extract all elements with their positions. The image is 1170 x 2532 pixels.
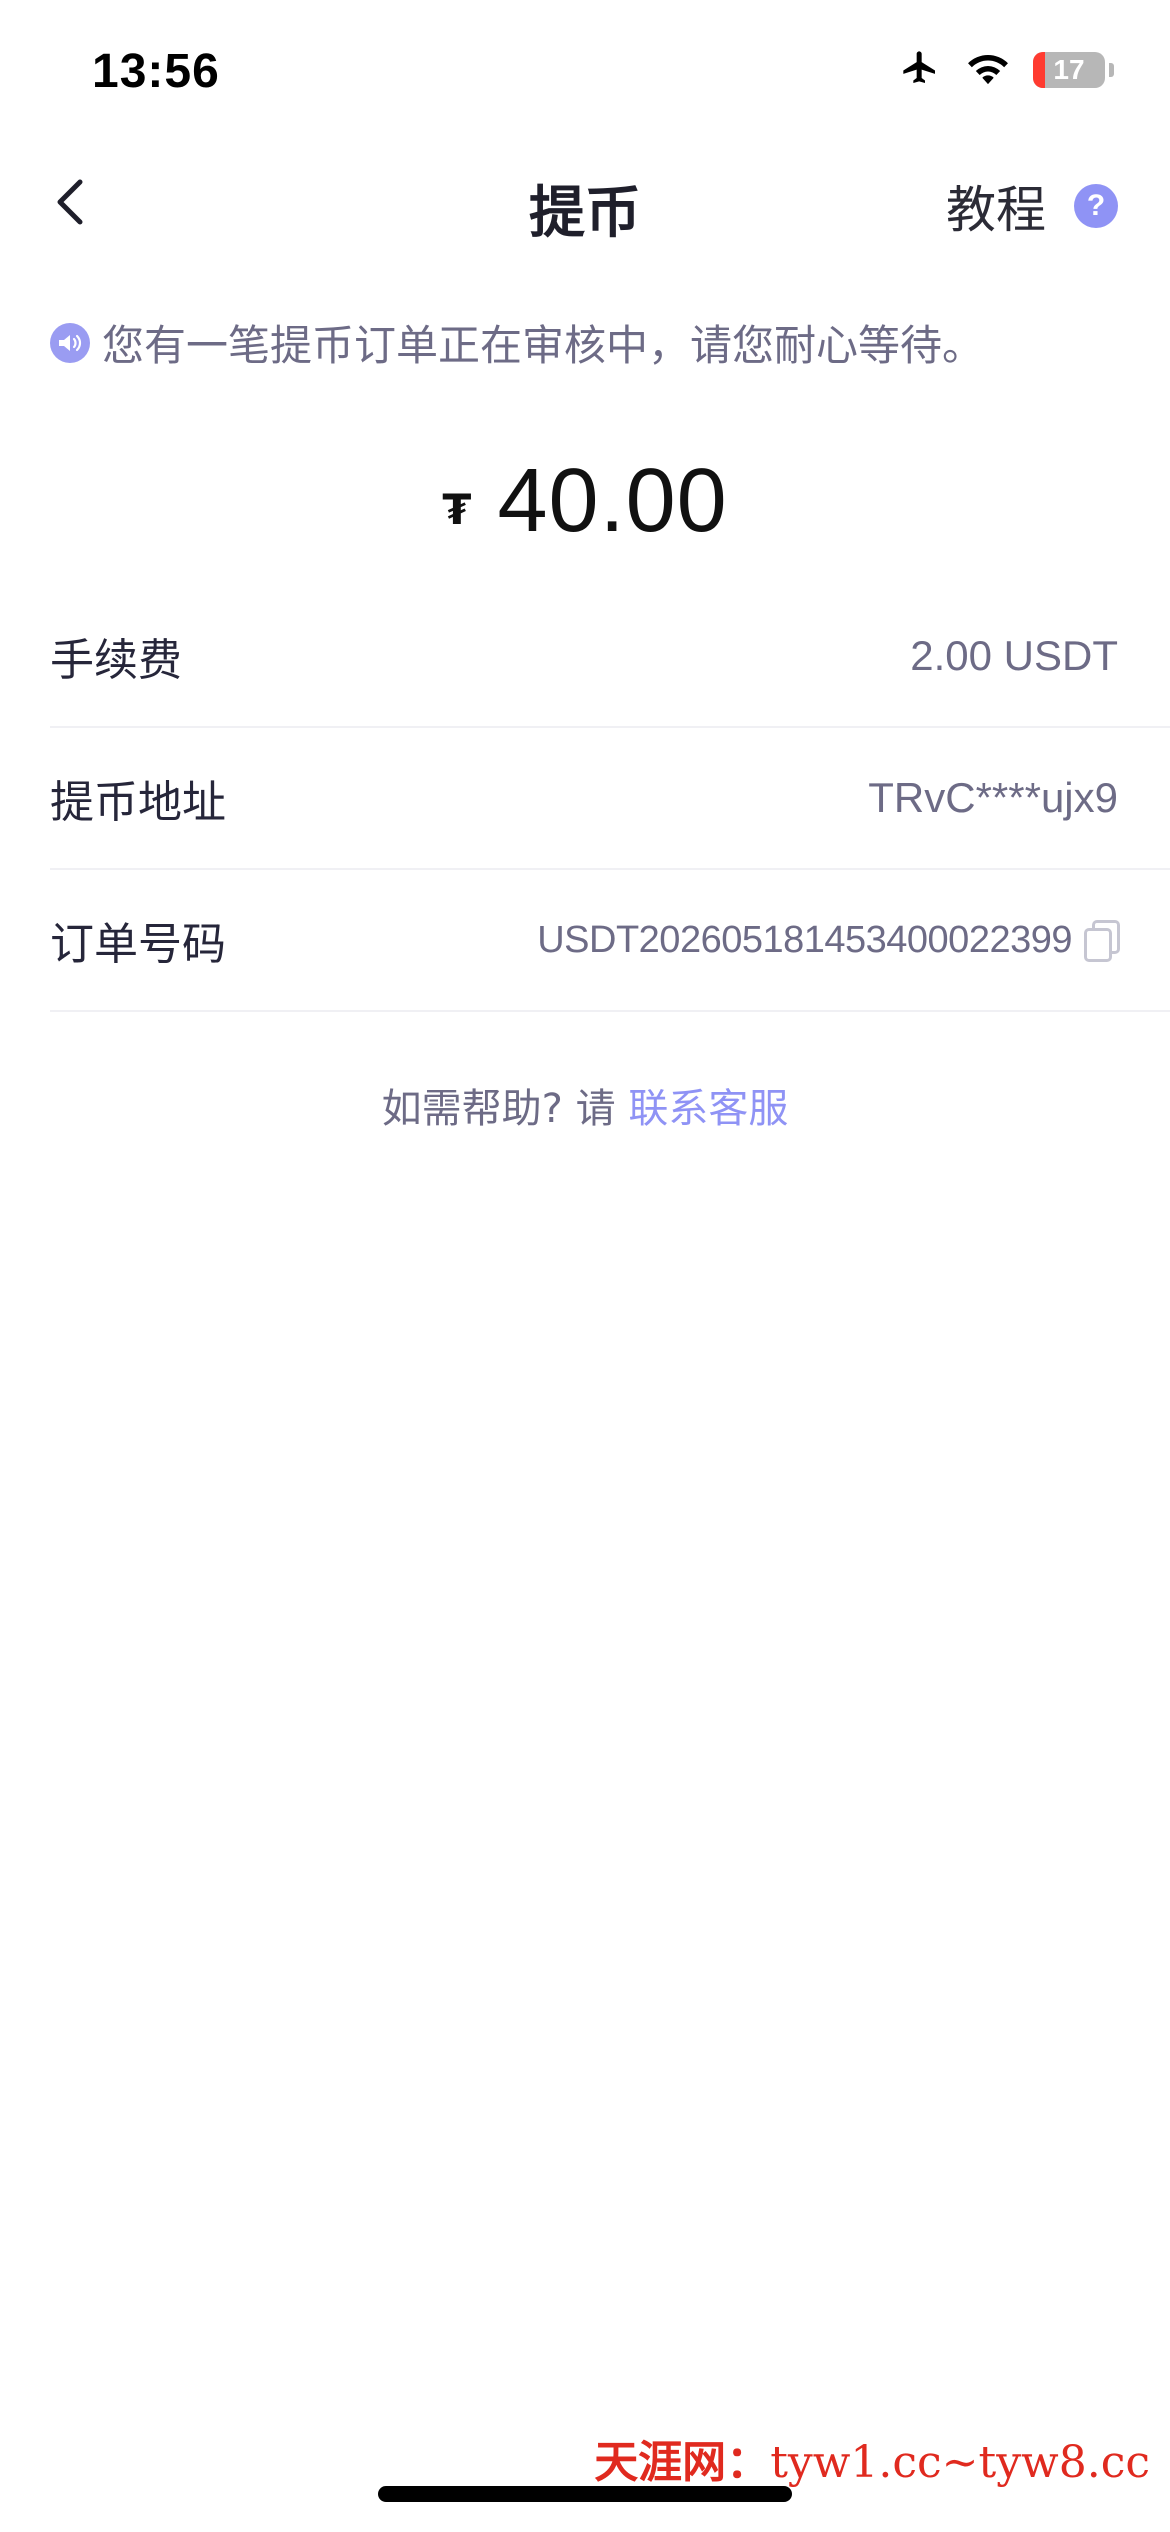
nav-bar: 提币 教程 ?	[0, 150, 1170, 260]
watermark-text: tyw1.cc~tyw8.cc	[770, 2437, 1150, 2488]
order-label: 订单号码	[50, 919, 226, 970]
withdraw-amount: ₮ 40.00	[0, 450, 1170, 553]
detail-list: 手续费 2.00 USDT 提币地址 TRvC****ujx9 订单号码 USD…	[50, 586, 1170, 1012]
contact-support-link[interactable]: 联系客服	[628, 1086, 788, 1132]
battery-icon: 17	[1033, 52, 1105, 88]
wifi-icon	[965, 49, 1011, 91]
speaker-icon	[50, 322, 90, 363]
address-value: TRvC****ujx9	[868, 774, 1118, 821]
order-value: USDT20260518145340002239​9	[537, 918, 1072, 961]
airplane-icon	[897, 48, 943, 92]
amount-value: 40.00	[497, 451, 728, 551]
help-prefix: 如需帮助? 请	[381, 1086, 629, 1132]
help-text: 如需帮助? 请 联系客服	[0, 1076, 1170, 1134]
tutorial-button[interactable]: 教程 ?	[946, 170, 1118, 242]
status-time: 13:56	[92, 45, 220, 98]
tether-icon: ₮	[442, 485, 472, 534]
battery-tip	[1109, 63, 1114, 77]
fee-label: 手续费	[50, 635, 182, 686]
home-indicator[interactable]	[378, 2486, 792, 2502]
review-notice: 您有一笔提币订单正在审核中，请您耐心等待。	[50, 312, 984, 373]
address-label: 提币地址	[50, 777, 226, 828]
copy-icon[interactable]	[1082, 920, 1120, 962]
tutorial-label: 教程	[946, 181, 1046, 239]
address-row: 提币地址 TRvC****ujx9	[50, 728, 1170, 870]
order-row: 订单号码 USDT20260518145340002239​9	[50, 870, 1170, 1012]
watermark: 天涯网：tyw1.cc~tyw8.cc	[594, 2426, 1150, 2490]
status-bar: 13:56 17	[0, 0, 1170, 150]
notice-text: 您有一笔提币订单正在审核中，请您耐心等待。	[102, 321, 985, 370]
watermark-brand: 天涯网：	[594, 2437, 771, 2488]
status-icons: 17	[897, 48, 1114, 92]
fee-row: 手续费 2.00 USDT	[50, 586, 1170, 728]
battery-level: 17	[1053, 54, 1085, 85]
order-value-group: USDT20260518145340002239​9	[537, 918, 1120, 962]
fee-value: 2.00 USDT	[910, 632, 1118, 679]
question-icon: ?	[1074, 184, 1118, 228]
